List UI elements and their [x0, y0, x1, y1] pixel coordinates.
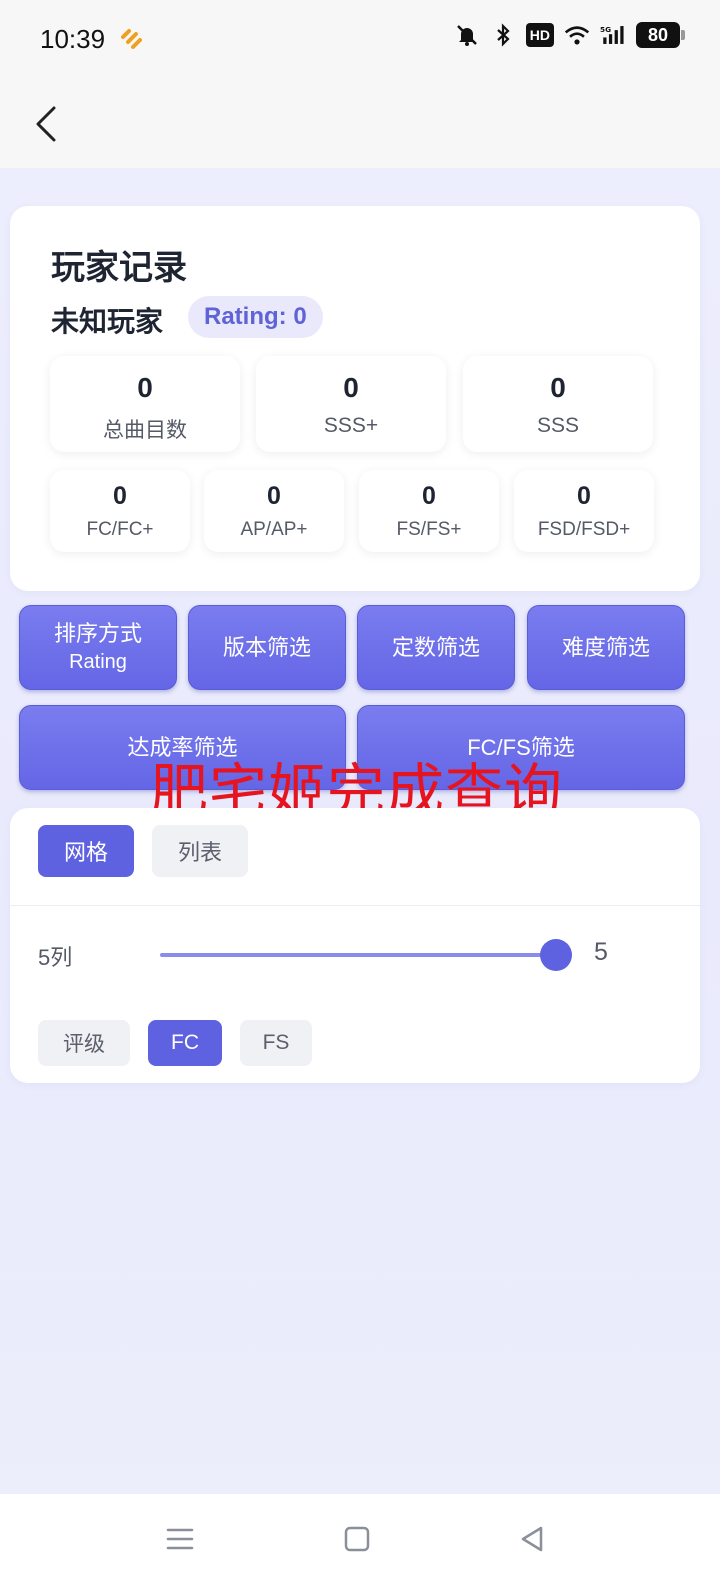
stat-value: 0	[422, 482, 436, 510]
status-time: 10:39	[40, 24, 106, 54]
stat-label: 总曲目数	[103, 419, 187, 442]
player-record-card: 玩家记录 未知玩家 Rating: 0 0 总曲目数 0 SSS+ 0 SSS …	[10, 206, 700, 591]
stat-value: 0	[343, 372, 359, 403]
chip-fs[interactable]: FS	[240, 1020, 312, 1066]
stat-label: FC/FC+	[86, 519, 154, 540]
menu-button[interactable]	[157, 1516, 203, 1562]
signal-5g-icon: 5G	[600, 22, 626, 48]
stat-sss: 0 SSS	[463, 356, 653, 452]
menu-icon	[166, 1528, 194, 1550]
chip-rank-label: 评级	[63, 1033, 105, 1056]
back-nav-button[interactable]	[509, 1516, 555, 1562]
sort-button-label: 排序方式	[53, 621, 142, 647]
system-nav-bar	[0, 1494, 720, 1584]
stat-ap: 0 AP/AP+	[204, 470, 344, 552]
columns-slider-thumb[interactable]	[540, 939, 572, 971]
stat-value: 0	[577, 482, 591, 510]
constant-filter-button[interactable]: 定数筛选	[357, 605, 515, 690]
sort-button[interactable]: 排序方式 Rating	[19, 605, 177, 690]
version-filter-label: 版本筛选	[222, 634, 311, 660]
tab-list[interactable]: 列表	[152, 825, 248, 877]
columns-value: 5	[594, 938, 608, 966]
svg-text:5G: 5G	[600, 25, 611, 34]
battery-icon: 80	[636, 22, 685, 48]
stat-label: SSS	[536, 414, 580, 437]
stat-label: FS/FS+	[396, 519, 462, 540]
difficulty-filter-label: 难度筛选	[561, 634, 650, 660]
stat-value: 0	[113, 482, 127, 510]
wifi-icon	[564, 22, 590, 48]
home-button[interactable]	[334, 1516, 380, 1562]
version-filter-button[interactable]: 版本筛选	[188, 605, 346, 690]
stat-value: 0	[550, 372, 566, 403]
view-options-card: 网格 列表 5列 5 评级 FC FS	[10, 808, 700, 1083]
home-square-icon	[344, 1526, 370, 1552]
stat-label: FSD/FSD+	[537, 519, 631, 540]
chevron-left-icon	[36, 106, 56, 142]
chip-fc[interactable]: FC	[148, 1020, 222, 1066]
sort-button-value: Rating	[69, 650, 127, 673]
stat-fc: 0 FC/FC+	[50, 470, 190, 552]
chip-fc-label: FC	[171, 1031, 199, 1054]
fcfs-filter-button[interactable]: FC/FS筛选	[357, 705, 685, 790]
bluetooth-icon	[490, 22, 516, 48]
fcfs-filter-label: FC/FS筛选	[467, 734, 575, 760]
achievement-filter-label: 达成率筛选	[127, 734, 238, 760]
app-bar	[0, 80, 720, 168]
columns-slider-track[interactable]	[160, 953, 556, 957]
chip-rank[interactable]: 评级	[38, 1020, 130, 1066]
stat-label: AP/AP+	[240, 519, 308, 540]
stat-value: 0	[267, 482, 281, 510]
tab-grid-label: 网格	[63, 840, 108, 865]
back-button[interactable]	[24, 102, 68, 146]
hd-icon: HD	[525, 23, 554, 47]
bell-off-icon	[454, 22, 480, 48]
rating-badge: Rating: 0	[188, 296, 323, 338]
chip-fs-label: FS	[262, 1031, 290, 1054]
page-title: 玩家记录	[51, 249, 187, 287]
difficulty-filter-button[interactable]: 难度筛选	[527, 605, 685, 690]
stat-total-songs: 0 总曲目数	[50, 356, 240, 452]
tab-grid[interactable]: 网格	[38, 825, 134, 877]
divider	[10, 905, 700, 906]
back-triangle-icon	[521, 1526, 543, 1552]
stat-fs: 0 FS/FS+	[359, 470, 499, 552]
achievement-filter-button[interactable]: 达成率筛选	[19, 705, 346, 790]
stat-fsd: 0 FSD/FSD+	[514, 470, 654, 552]
constant-filter-label: 定数筛选	[391, 634, 480, 660]
stat-label: SSS+	[323, 414, 379, 437]
tab-list-label: 列表	[177, 840, 222, 865]
columns-label: 5列	[38, 945, 73, 970]
stat-sss-plus: 0 SSS+	[256, 356, 446, 452]
status-bar: 10:39 HD 5G 80	[0, 0, 720, 80]
player-name: 未知玩家	[51, 306, 164, 337]
app-notification-icon	[120, 28, 142, 50]
stat-value: 0	[137, 372, 153, 403]
